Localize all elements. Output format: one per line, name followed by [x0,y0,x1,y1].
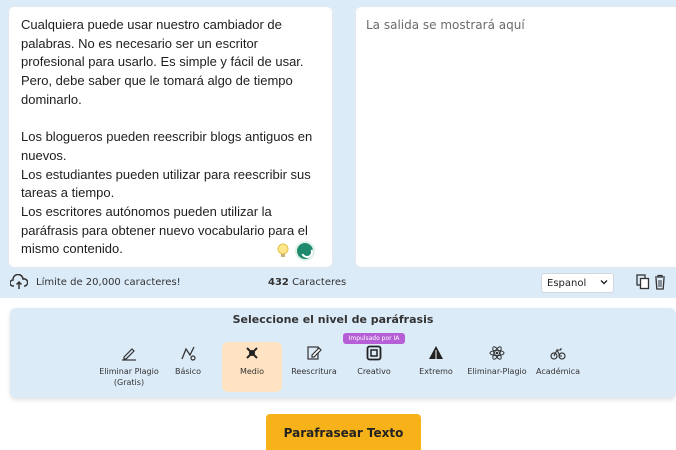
medium-icon [246,347,258,359]
mode-extremo[interactable]: Extremo [406,342,466,392]
creative-icon [366,345,382,361]
mode-label: Básico [174,367,202,376]
char-counter: 432 Caracteres [268,277,346,288]
mode-reescritura[interactable]: Reescritura [284,342,344,392]
mode-eliminar-plagio[interactable]: Eliminar-Plagio [464,342,530,392]
mode-eliminar-plagio-gratis[interactable]: Eliminar Plagio (Gratis) [96,342,162,392]
mode-medio[interactable]: Medio [222,342,282,392]
mode-panel-title: Seleccione el nivel de paráfrasis [232,313,434,326]
mode-basico[interactable]: Básico [158,342,218,392]
lightbulb-icon[interactable] [276,243,290,259]
editor-area: Cualquiera puede usar nuestro cambiador … [0,0,676,298]
mode-label: Creativo [357,367,391,376]
mode-label: Eliminar Plagio (Gratis) [99,367,159,387]
upload-cloud-icon[interactable] [10,274,28,290]
char-count-value: 432 [268,277,289,288]
input-textarea[interactable]: Cualquiera puede usar nuestro cambiador … [8,6,333,268]
paraphrase-mode-panel: Seleccione el nivel de paráfrasis Impuls… [10,308,676,398]
trash-icon[interactable] [654,274,666,290]
mode-label: Reescritura [291,367,337,376]
mode-academica[interactable]: Académica [528,342,588,392]
atom-icon [489,346,505,360]
editor-toolbar: Límite de 20,000 caracteres! 432 Caracte… [0,270,676,296]
mode-label: Medio [239,367,265,376]
output-panel: La salida se mostrará aquí [355,6,676,268]
language-value: Espanol [547,278,587,289]
pen-icon [122,348,136,361]
char-limit-text: Límite de 20,000 caracteres! [36,277,181,288]
mode-label: Académica [536,367,580,376]
grammar-check-icon[interactable] [295,241,315,261]
paraphrase-button[interactable]: Parafrasear Texto [266,414,421,450]
bicycle-icon [550,348,566,360]
output-placeholder: La salida se mostrará aquí [366,18,525,32]
mode-label: Extremo [419,367,453,376]
chevron-down-icon [600,280,608,285]
rewrite-icon [307,346,322,360]
language-select[interactable]: Espanol [541,273,614,293]
mode-creativo[interactable]: Creativo [344,342,404,392]
input-text[interactable]: Cualquiera puede usar nuestro cambiador … [21,16,321,259]
mode-label: Eliminar-Plagio [467,367,527,376]
basic-icon [181,346,196,361]
extreme-icon [429,346,443,359]
char-count-label: Caracteres [292,277,347,288]
copy-icon[interactable] [636,274,650,290]
